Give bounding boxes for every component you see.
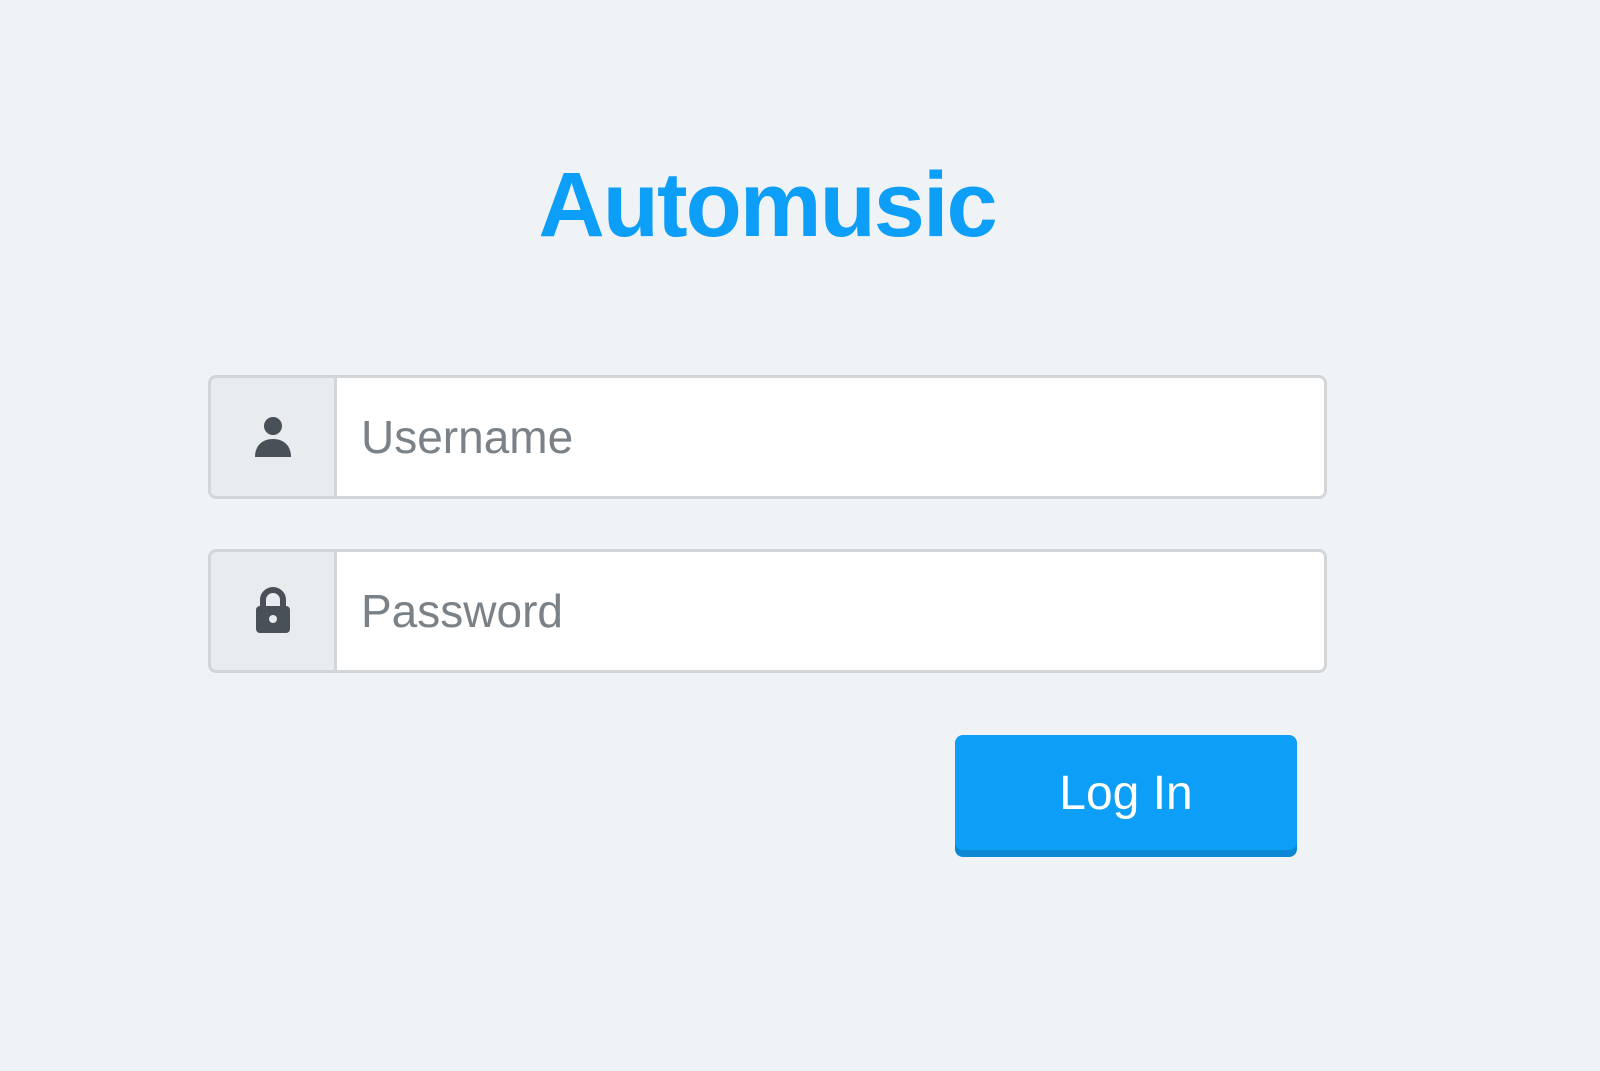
username-addon [208,375,337,499]
lock-icon [254,587,292,635]
user-icon [253,415,293,459]
password-input[interactable] [337,549,1327,673]
login-button[interactable]: Log In [955,735,1297,857]
username-field-group [208,375,1327,499]
password-addon [208,549,337,673]
app-title: Automusic [538,154,997,256]
username-input[interactable] [337,375,1327,499]
password-field-group [208,549,1327,673]
